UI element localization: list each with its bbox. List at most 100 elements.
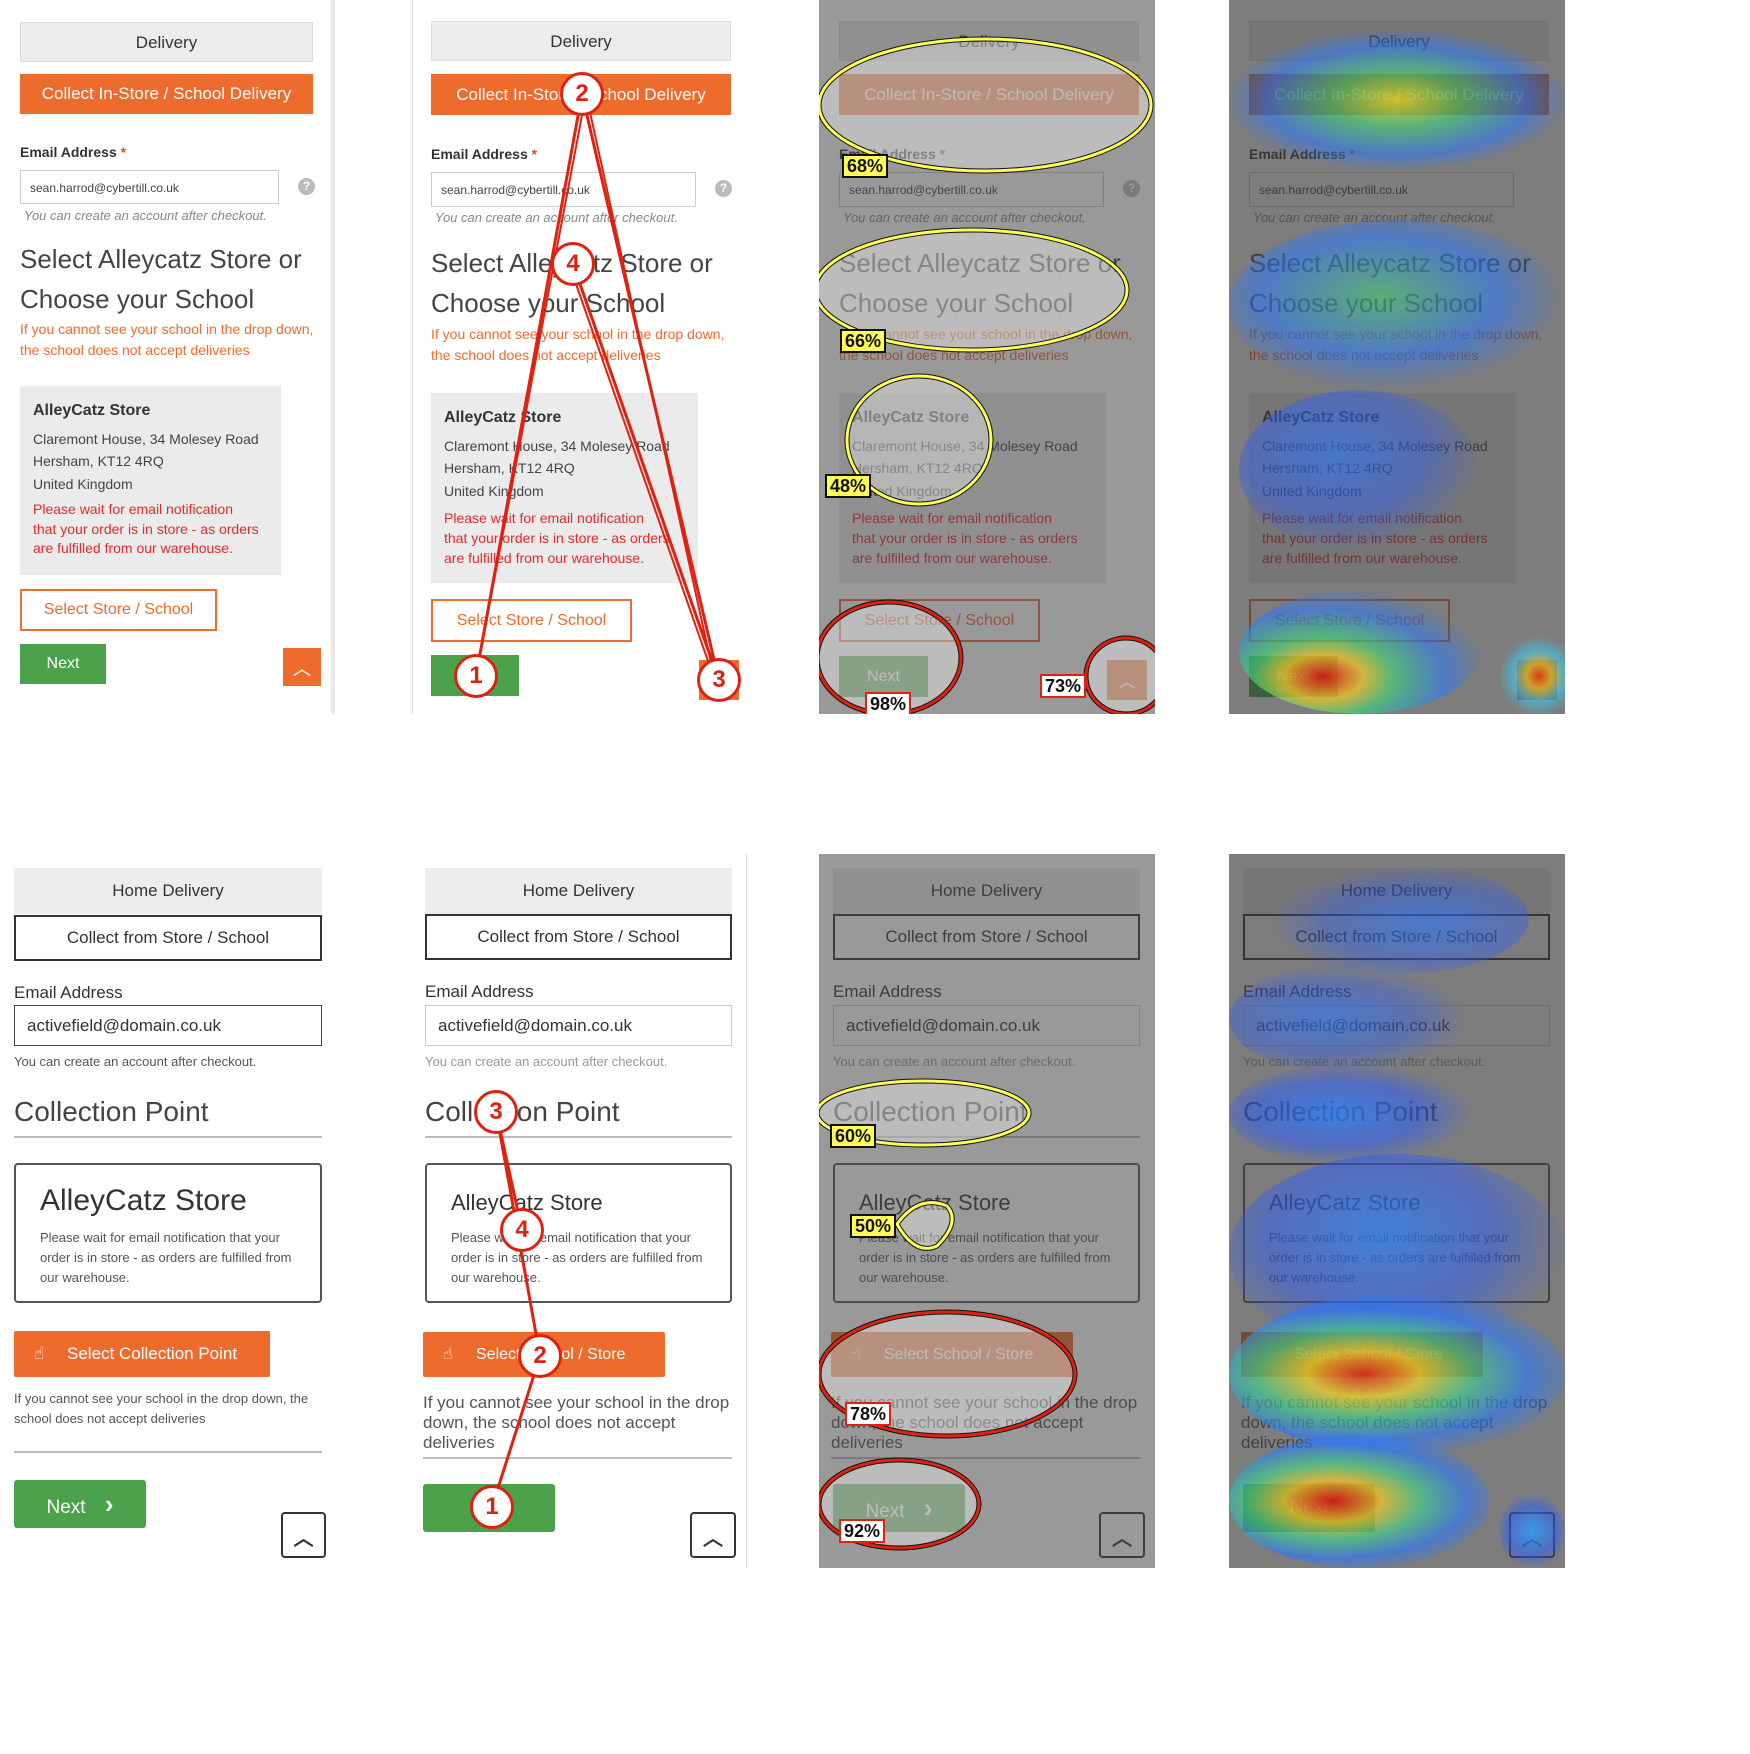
tab-home-delivery[interactable]: Home Delivery — [425, 868, 732, 914]
next-button[interactable]: Next — [1243, 1484, 1375, 1532]
tab-delivery[interactable]: Delivery — [431, 21, 731, 61]
select-school-store-button[interactable]: Select School / Store — [1241, 1332, 1483, 1377]
aoi-store-percent: 48% — [825, 474, 872, 498]
aoi-select-percent: 78% — [845, 1402, 892, 1426]
store-name: AlleyCatz Store — [852, 409, 970, 426]
help-icon[interactable]: ? — [715, 180, 732, 197]
section-title: Collection Point — [425, 1096, 620, 1127]
page-title-line2: Choose your School — [839, 288, 1074, 318]
aoi-heading-percent: 66% — [840, 329, 887, 353]
select-store-button[interactable]: Select Store / School — [839, 599, 1040, 642]
tab-home-delivery[interactable]: Home Delivery — [1243, 868, 1550, 914]
store-notice-2: order is in store - as orders are fulfil… — [1269, 1250, 1521, 1265]
warning-line2: down, the school does not accept deliver… — [423, 1413, 676, 1452]
next-button[interactable]: Next › — [14, 1480, 146, 1528]
tab-collect-from-store[interactable]: Collect from Store / School — [833, 914, 1140, 960]
store-address-3: United Kingdom — [1262, 483, 1362, 499]
tab-collect-in-store[interactable]: Collect In-Store / School Delivery — [839, 74, 1139, 115]
aoi-heading-percent: 60% — [830, 1124, 877, 1148]
chevron-right-icon: › — [923, 1493, 933, 1523]
bottom-heatmap-panel: Home Delivery Collect from Store / Schoo… — [1229, 854, 1565, 1568]
help-icon[interactable]: ? — [1123, 180, 1140, 197]
divider — [14, 1136, 322, 1138]
scroll-top-button[interactable]: ︿ — [1107, 660, 1147, 700]
top-heatmap-panel: Delivery Collect In-Store / School Deliv… — [1229, 0, 1565, 714]
email-hint: You can create an account after checkout… — [843, 210, 1086, 225]
gaze-point-2: 2 — [560, 72, 604, 116]
select-store-button[interactable]: Select Store / School — [431, 599, 632, 642]
bottom-original-panel: Home Delivery Collect from Store / Schoo… — [0, 868, 335, 1568]
email-hint: You can create an account after checkout… — [833, 1054, 1076, 1069]
tab-delivery[interactable]: Delivery — [839, 21, 1139, 61]
page-title-line1: Select Alleycatz Store or — [839, 248, 1121, 278]
bottom-gazeplot-panel: Home Delivery Collect from Store / Schoo… — [412, 854, 747, 1568]
email-field[interactable]: sean.harrod@cybertill.co.uk — [431, 172, 696, 207]
store-notice-3: our warehouse. — [859, 1270, 949, 1285]
scroll-top-button[interactable]: ︿ — [1099, 1512, 1145, 1558]
email-field[interactable]: sean.harrod@cybertill.co.uk — [20, 170, 279, 204]
tab-home-delivery[interactable]: Home Delivery — [14, 868, 322, 914]
scroll-top-button[interactable]: ︿ — [690, 1512, 736, 1558]
email-field[interactable]: activefield@domain.co.uk — [833, 1005, 1140, 1046]
store-name: AlleyCatz Store — [1269, 1190, 1421, 1215]
scroll-top-button[interactable] — [1517, 660, 1557, 700]
top-original-panel: Delivery Collect In-Store / School Deliv… — [0, 0, 335, 714]
divider — [833, 1136, 1140, 1138]
tab-collect-from-store[interactable]: Collect from Store / School — [1243, 914, 1550, 960]
email-hint: You can create an account after checkout… — [24, 208, 267, 223]
warning-line1: If you cannot see your school in the dro… — [1249, 326, 1543, 342]
scroll-top-button[interactable]: ︿ — [283, 648, 321, 686]
help-icon[interactable]: ? — [298, 178, 315, 195]
scroll-top-button[interactable]: ︿ — [281, 1512, 326, 1558]
tab-collect-in-store[interactable]: Collect In-Store / School Delivery — [20, 74, 313, 114]
tab-collect-from-store[interactable]: Collect from Store / School — [14, 915, 322, 961]
page-title-line1: Select Alleycatz Store or — [20, 244, 302, 274]
store-notice-2: that your order is in store - as orders — [33, 521, 259, 537]
warning-line2: down, the school does not accept deliver… — [1241, 1413, 1494, 1452]
email-field[interactable]: activefield@domain.co.uk — [1243, 1005, 1550, 1046]
gaze-point-4: 4 — [500, 1208, 544, 1252]
store-address-2: Hersham, KT12 4RQ — [852, 460, 983, 476]
email-hint: You can create an account after checkout… — [14, 1054, 257, 1069]
store-address-3: United Kingdom — [33, 476, 133, 492]
store-notice-3: are fulfilled from our warehouse. — [33, 540, 233, 556]
gaze-point-2: 2 — [518, 1334, 562, 1378]
email-field[interactable]: activefield@domain.co.uk — [425, 1005, 732, 1046]
store-address-1: Claremont House, 34 Molesey Road — [852, 438, 1078, 454]
store-name: AlleyCatz Store — [444, 409, 562, 426]
hand-pointer-icon: ☝ — [443, 1346, 453, 1363]
tab-home-delivery[interactable]: Home Delivery — [833, 868, 1140, 914]
warning-line1: If you cannot see your school in the dro… — [14, 1391, 309, 1406]
select-collection-point-button[interactable]: ☝ Select Collection Point — [14, 1331, 270, 1377]
email-field[interactable]: sean.harrod@cybertill.co.uk — [1249, 172, 1514, 207]
select-store-button[interactable]: Select Store / School — [1249, 599, 1450, 642]
select-school-store-button[interactable]: ☝ Select School / Store — [831, 1332, 1073, 1377]
tab-collect-in-store[interactable]: Collect In-Store / School Delivery — [1249, 74, 1549, 115]
gaze-point-4: 4 — [551, 242, 595, 286]
store-address-1: Claremont House, 34 Molesey Road — [444, 438, 670, 454]
select-store-button[interactable]: Select Store / School — [20, 589, 217, 631]
aoi-next-percent: 92% — [839, 1519, 886, 1543]
store-address-2: Hersham, KT12 4RQ — [1262, 460, 1393, 476]
gaze-point-1: 1 — [470, 1485, 514, 1529]
store-notice-1: Please wait for email notification that … — [451, 1230, 691, 1245]
next-button[interactable]: Next — [20, 644, 106, 684]
warning-line2: the school does not accept deliveries — [20, 342, 250, 358]
store-notice-2: that your order is in store - as orders — [1262, 530, 1488, 546]
gaze-point-3: 3 — [474, 1090, 518, 1134]
tab-collect-from-store[interactable]: Collect from Store / School — [425, 914, 732, 960]
chevron-right-icon: › — [104, 1489, 114, 1519]
next-button[interactable]: Next — [1249, 656, 1338, 697]
hand-pointer-icon: ☝ — [34, 1344, 45, 1363]
warning-line1: If you cannot see your school in the dro… — [431, 326, 725, 342]
tab-delivery[interactable]: Delivery — [1249, 21, 1549, 61]
scroll-top-button[interactable]: ︿ — [1509, 1512, 1555, 1558]
warning-line2: school does not accept deliveries — [14, 1411, 206, 1426]
email-field[interactable]: activefield@domain.co.uk — [14, 1005, 322, 1046]
tab-delivery[interactable]: Delivery — [20, 22, 313, 62]
store-notice-2: order is in store - as orders are fulfil… — [859, 1250, 1111, 1265]
next-button[interactable]: Next — [839, 656, 928, 697]
gaze-point-1: 1 — [454, 654, 498, 698]
store-notice-2: order is in store - as orders are fulfil… — [451, 1250, 703, 1265]
top-aoi-panel: Delivery Collect In-Store / School Deliv… — [819, 0, 1155, 714]
